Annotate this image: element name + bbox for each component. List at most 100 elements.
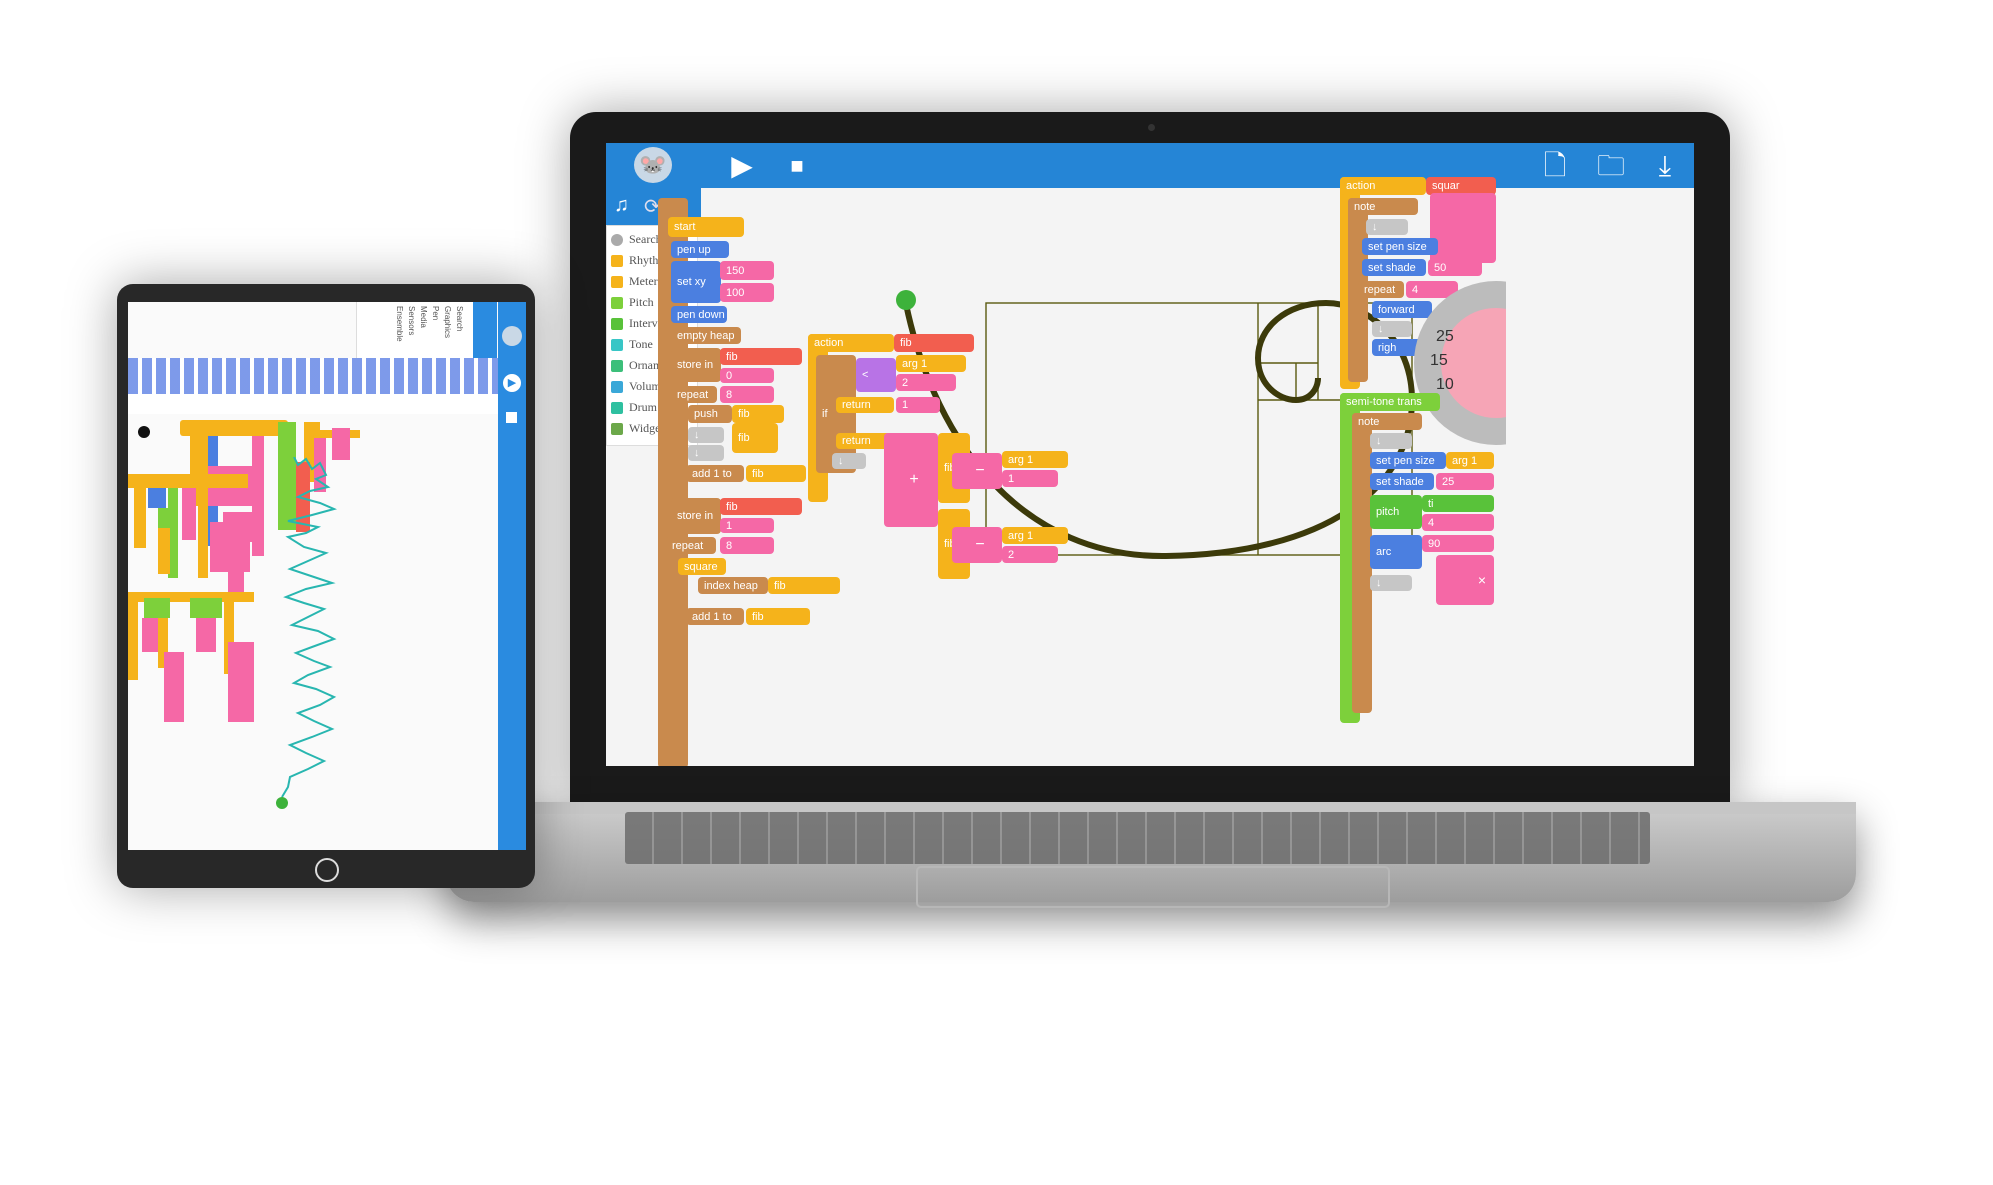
pie-value[interactable]: 15: [1430, 352, 1448, 369]
new-project-icon[interactable]: 🗋: [1538, 143, 1572, 188]
action-block[interactable]: [180, 420, 288, 436]
return-block[interactable]: return: [836, 397, 894, 413]
subtract-value[interactable]: 1: [1002, 470, 1058, 487]
store-in-value[interactable]: 0: [720, 368, 774, 383]
subtract-value[interactable]: 2: [1002, 546, 1058, 563]
turtle-icon[interactable]: [276, 797, 288, 809]
pen-down-block[interactable]: pen down: [671, 306, 727, 323]
palette-blocks[interactable]: [128, 358, 498, 394]
action-block[interactable]: [128, 474, 248, 488]
minus-operator-block[interactable]: −: [952, 527, 1002, 563]
arg-1-block[interactable]: arg 1: [1002, 527, 1068, 544]
set-xy-block[interactable]: set xy: [671, 261, 721, 303]
note-block[interactable]: [158, 528, 170, 574]
note-block-spine[interactable]: [1352, 413, 1372, 713]
push-block[interactable]: push: [688, 405, 732, 423]
set-xy-y-value[interactable]: 100: [720, 283, 774, 302]
menu-item[interactable]: Ensemble: [395, 306, 404, 342]
value-block[interactable]: [196, 618, 216, 652]
value-block[interactable]: [332, 428, 350, 460]
return-value[interactable]: 1: [896, 397, 940, 413]
store-in-block[interactable]: store in: [671, 348, 721, 382]
note-block[interactable]: note: [1348, 198, 1418, 215]
pitch-block[interactable]: [144, 598, 170, 618]
down-arrow-block[interactable]: ↓: [688, 445, 724, 461]
pie-value[interactable]: 25: [1436, 328, 1454, 345]
plus-operator-block[interactable]: +: [884, 433, 938, 527]
arc-block[interactable]: arc: [1370, 535, 1422, 569]
value-block[interactable]: [164, 652, 184, 722]
action-name[interactable]: fib: [894, 334, 974, 352]
play-icon[interactable]: ▶: [503, 374, 521, 392]
multiply-block[interactable]: ×: [1436, 555, 1494, 605]
down-arrow-block[interactable]: ↓: [1366, 219, 1408, 235]
index-heap-block[interactable]: index heap: [698, 577, 768, 594]
set-block[interactable]: [148, 488, 166, 508]
down-arrow-block[interactable]: ↓: [688, 427, 724, 443]
minus-operator-block[interactable]: −: [952, 453, 1002, 489]
empty-heap-block[interactable]: empty heap: [671, 327, 741, 344]
mouse-logo-icon[interactable]: [502, 326, 522, 346]
store-in-name[interactable]: fib: [720, 498, 802, 515]
repeat-count[interactable]: 8: [720, 386, 774, 403]
semi-tone-transpose-block[interactable]: semi-tone trans: [1340, 393, 1440, 411]
value-block[interactable]: [228, 542, 244, 598]
menu-item[interactable]: Pen: [431, 306, 440, 320]
add-1-to-block[interactable]: add 1 to: [686, 465, 744, 482]
store-in-value[interactable]: 1: [720, 518, 774, 533]
add-1-to-target[interactable]: fib: [746, 608, 810, 625]
set-xy-x-value[interactable]: 150: [720, 261, 774, 280]
value-block[interactable]: [210, 522, 228, 572]
index-heap-arg[interactable]: fib: [768, 577, 840, 594]
open-folder-icon[interactable]: 🗀: [1594, 143, 1628, 188]
pitch-octave[interactable]: 4: [1422, 514, 1494, 531]
action-block-spine[interactable]: [128, 602, 138, 680]
action-block-spine[interactable]: [134, 488, 146, 548]
add-1-to-block[interactable]: add 1 to: [686, 608, 744, 625]
pitch-block[interactable]: [190, 598, 222, 618]
menu-item[interactable]: Sensors: [407, 306, 416, 335]
note-block[interactable]: note: [1352, 413, 1422, 430]
down-arrow-block[interactable]: ↓: [1370, 575, 1412, 591]
down-arrow-block[interactable]: ↓: [832, 453, 866, 469]
arg-1-block[interactable]: arg 1: [1002, 451, 1068, 468]
set-shade-block[interactable]: set shade: [1370, 473, 1434, 490]
stop-icon[interactable]: ■: [782, 143, 812, 188]
value-block[interactable]: [228, 642, 254, 722]
add-1-to-target[interactable]: fib: [746, 465, 806, 482]
compare-value[interactable]: 2: [896, 374, 956, 391]
fib-call-block[interactable]: fib: [732, 423, 778, 453]
value-block[interactable]: [142, 618, 158, 652]
value-block[interactable]: [182, 488, 196, 540]
pitch-block[interactable]: pitch: [1370, 495, 1422, 529]
value-block[interactable]: [252, 436, 264, 556]
down-arrow-block[interactable]: ↓: [1370, 433, 1412, 449]
pen-up-block[interactable]: pen up: [671, 241, 729, 258]
square-call-block[interactable]: square: [678, 558, 726, 575]
music-note-icon[interactable]: ♫: [614, 194, 629, 217]
menu-item[interactable]: Graphics: [443, 306, 452, 338]
action-block[interactable]: action: [1340, 177, 1426, 195]
push-arg[interactable]: fib: [732, 405, 784, 423]
menu-item[interactable]: Media: [419, 306, 428, 328]
arg-1-block[interactable]: arg 1: [896, 355, 966, 372]
action-block[interactable]: action: [808, 334, 894, 352]
store-in-block[interactable]: store in: [671, 498, 721, 534]
note-block[interactable]: [198, 498, 208, 578]
back-arrow-icon[interactable]: [138, 426, 150, 438]
repeat-block[interactable]: repeat: [666, 537, 716, 554]
set-pen-size-block[interactable]: set pen size: [1370, 452, 1446, 469]
pie-value[interactable]: 10: [1436, 376, 1454, 393]
menu-item[interactable]: Search: [455, 306, 464, 331]
play-icon[interactable]: ▶: [724, 143, 760, 188]
start-block[interactable]: start: [668, 217, 744, 237]
set-shade-value[interactable]: 25: [1436, 473, 1494, 490]
save-download-icon[interactable]: ⤓: [1648, 143, 1682, 188]
arg-1-block[interactable]: arg 1: [1446, 452, 1494, 469]
turtle-icon[interactable]: [896, 290, 916, 310]
stop-icon[interactable]: [506, 412, 517, 423]
repeat-count[interactable]: 8: [720, 537, 774, 554]
store-in-name[interactable]: fib: [720, 348, 802, 365]
less-than-block[interactable]: <: [856, 358, 896, 392]
note-value-block[interactable]: [1430, 193, 1496, 263]
